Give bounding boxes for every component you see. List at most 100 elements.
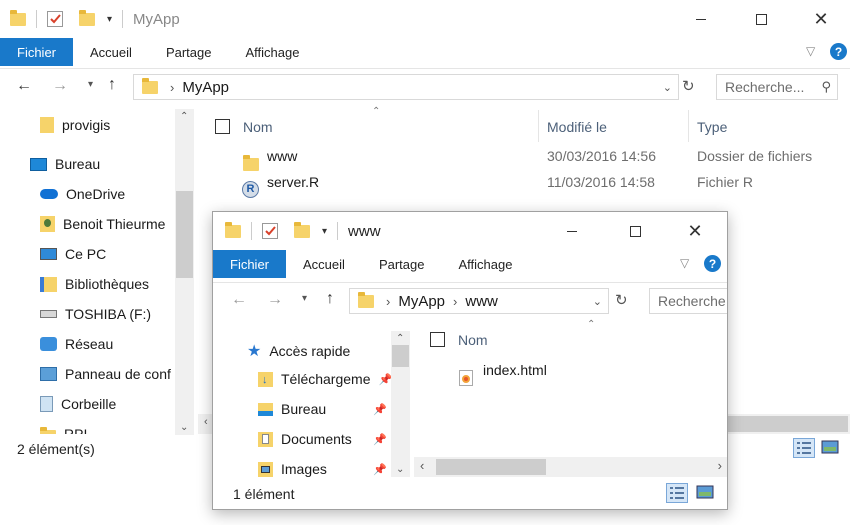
- pin-icon[interactable]: 📌: [373, 403, 387, 416]
- nav-scroll-thumb[interactable]: [176, 191, 193, 278]
- sort-ascending-icon: ⌃: [372, 106, 381, 117]
- details-view-button[interactable]: [793, 438, 815, 458]
- scroll-left-icon[interactable]: ‹: [204, 416, 208, 428]
- breadcrumb-myapp[interactable]: MyApp: [398, 293, 445, 310]
- help-icon[interactable]: ?: [704, 255, 721, 272]
- back-arrow-icon[interactable]: ←: [231, 291, 247, 309]
- maximize-button[interactable]: [738, 0, 784, 38]
- forward-arrow-icon[interactable]: →: [267, 291, 283, 309]
- refresh-icon[interactable]: ↻: [615, 291, 628, 309]
- select-all-checkbox[interactable]: [430, 332, 445, 347]
- column-header-type[interactable]: Type: [697, 119, 727, 135]
- title-bar: ▾ www ✕: [213, 212, 727, 250]
- tab-accueil[interactable]: Accueil: [286, 250, 362, 278]
- nav-item-bureau[interactable]: Bureau: [30, 156, 100, 172]
- tab-fichier[interactable]: Fichier: [0, 38, 74, 66]
- tab-fichier[interactable]: Fichier: [213, 250, 287, 278]
- details-view-button[interactable]: [666, 483, 688, 503]
- nav-item-telechargements[interactable]: ↓ Téléchargeme 📌: [258, 371, 392, 387]
- folder-icon: [243, 155, 259, 171]
- nav-scrollbar[interactable]: ⌃ ⌄: [175, 109, 194, 435]
- recent-locations-icon[interactable]: ▾: [302, 293, 307, 304]
- large-icons-view-button[interactable]: [695, 483, 717, 503]
- nav-item-bibliotheques[interactable]: Bibliothèques: [40, 276, 149, 292]
- tab-partage[interactable]: Partage: [149, 38, 229, 66]
- scroll-left-icon[interactable]: ‹: [420, 458, 424, 473]
- sort-ascending-icon: ⌃: [587, 319, 596, 330]
- back-arrow-icon[interactable]: ←: [16, 77, 32, 95]
- nav-scrollbar[interactable]: ⌃ ⌄: [391, 331, 410, 477]
- list-hscrollbar[interactable]: ‹ ›: [414, 457, 727, 477]
- properties-icon[interactable]: [47, 11, 63, 27]
- chevron-down-icon[interactable]: ▾: [107, 14, 112, 25]
- navigation-bar: ← → ▾ ↑ › MyApp ⌄ ↻ Recherche... ⚲: [0, 68, 850, 102]
- nav-item-onedrive[interactable]: OneDrive: [40, 186, 125, 202]
- address-dropdown-icon[interactable]: ⌄: [663, 81, 672, 94]
- pin-icon[interactable]: 📌: [373, 433, 387, 446]
- scroll-right-icon[interactable]: ›: [718, 458, 722, 473]
- recent-locations-icon[interactable]: ▾: [88, 79, 93, 90]
- explorer-window-www: ▾ www ✕ Fichier Accueil Partage Affichag…: [212, 211, 728, 510]
- onedrive-icon: [40, 189, 58, 199]
- address-bar[interactable]: › MyApp ⌄: [133, 74, 679, 100]
- list-hscroll-thumb[interactable]: [436, 459, 546, 475]
- quick-access-toolbar: ▾: [0, 9, 127, 28]
- new-folder-icon[interactable]: [294, 221, 310, 238]
- nav-item-toshiba[interactable]: TOSHIBA (F:): [40, 306, 151, 322]
- nav-item-rpi[interactable]: RPI: [40, 426, 87, 434]
- search-input[interactable]: Recherche... ⚲: [716, 74, 838, 100]
- folder-icon: [358, 291, 374, 308]
- address-bar[interactable]: › MyApp › www ⌄: [349, 288, 609, 314]
- column-header-modified[interactable]: Modifié le: [547, 119, 607, 135]
- search-icon: ⚲: [821, 79, 831, 94]
- tab-affichage[interactable]: Affichage: [441, 250, 529, 278]
- tab-partage[interactable]: Partage: [362, 250, 442, 278]
- scroll-up-icon[interactable]: ⌃: [180, 111, 188, 122]
- nav-item-bureau[interactable]: Bureau: [258, 401, 326, 417]
- properties-icon[interactable]: [262, 223, 278, 239]
- column-header-name[interactable]: Nom: [243, 119, 273, 135]
- nav-item-corbeille[interactable]: Corbeille: [40, 396, 116, 412]
- scroll-down-icon[interactable]: ⌄: [180, 422, 188, 433]
- up-arrow-icon[interactable]: ↑: [326, 290, 334, 308]
- window-title: MyApp: [133, 10, 180, 28]
- forward-arrow-icon[interactable]: →: [52, 77, 68, 95]
- maximize-button[interactable]: [612, 212, 658, 250]
- minimize-button[interactable]: [549, 212, 595, 250]
- folder-icon: [225, 221, 241, 238]
- chevron-down-icon[interactable]: ▾: [322, 226, 327, 237]
- ribbon-tabs: Fichier Accueil Partage Affichage ▽ ?: [213, 250, 727, 278]
- close-button[interactable]: ✕: [798, 0, 844, 38]
- window-title: www: [348, 222, 381, 240]
- ribbon-expand-icon[interactable]: ▽: [680, 256, 689, 270]
- nav-item-ce-pc[interactable]: Ce PC: [40, 246, 106, 262]
- scroll-up-icon[interactable]: ⌃: [396, 333, 404, 344]
- up-arrow-icon[interactable]: ↑: [108, 76, 116, 94]
- nav-item-reseau[interactable]: Réseau: [40, 336, 113, 352]
- ribbon-expand-icon[interactable]: ▽: [806, 44, 815, 58]
- nav-item-documents[interactable]: Documents: [258, 431, 352, 447]
- tab-affichage[interactable]: Affichage: [228, 38, 316, 66]
- list-hscroll-thumb[interactable]: [728, 416, 848, 432]
- large-icons-view-button[interactable]: [820, 438, 842, 458]
- search-input[interactable]: Recherche: [649, 288, 727, 314]
- nav-item-provigis[interactable]: provigis: [40, 117, 110, 133]
- refresh-icon[interactable]: ↻: [682, 77, 695, 95]
- nav-item-acces-rapide[interactable]: ★ Accès rapide: [247, 341, 350, 361]
- close-button[interactable]: ✕: [672, 212, 718, 250]
- select-all-checkbox[interactable]: [215, 119, 230, 134]
- address-dropdown-icon[interactable]: ⌄: [593, 295, 602, 308]
- pin-icon[interactable]: 📌: [373, 463, 387, 476]
- nav-item-user[interactable]: Benoit Thieurme: [40, 216, 165, 232]
- column-header-name[interactable]: Nom: [458, 332, 488, 348]
- nav-scroll-thumb[interactable]: [392, 345, 409, 367]
- nav-item-panneau[interactable]: Panneau de conf: [40, 366, 171, 382]
- breadcrumb-myapp[interactable]: MyApp: [182, 79, 229, 96]
- nav-item-images[interactable]: Images: [258, 461, 327, 477]
- tab-accueil[interactable]: Accueil: [73, 38, 149, 66]
- breadcrumb-www[interactable]: www: [465, 293, 498, 310]
- minimize-button[interactable]: [678, 0, 724, 38]
- scroll-down-icon[interactable]: ⌄: [396, 464, 404, 475]
- help-icon[interactable]: ?: [830, 43, 847, 60]
- new-folder-icon[interactable]: [79, 9, 95, 26]
